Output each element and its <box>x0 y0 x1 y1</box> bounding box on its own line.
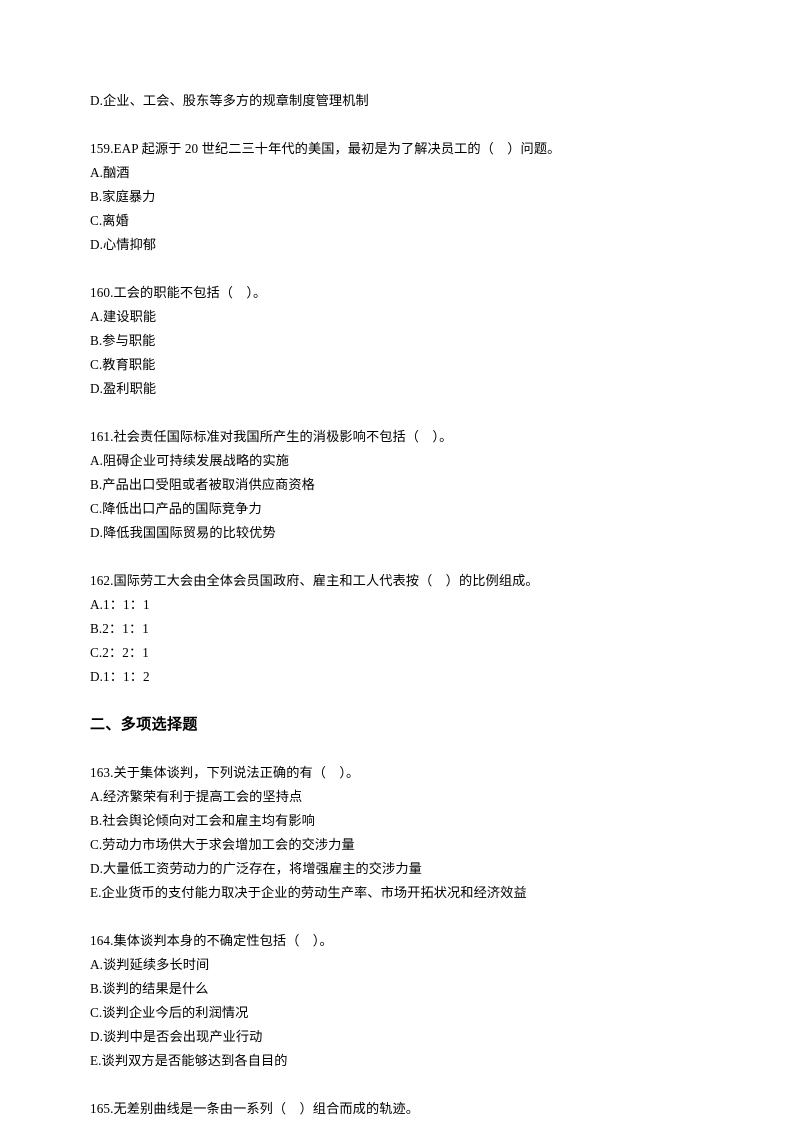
option-item: A.阻碍企业可持续发展战略的实施 <box>90 453 290 468</box>
option-item: C.谈判企业今后的利润情况 <box>90 1005 249 1020</box>
question-block-163: 163.关于集体谈判，下列说法正确的有（ ）。 A.经济繁荣有利于提高工会的坚持… <box>90 761 710 905</box>
option-item: B.参与职能 <box>90 333 156 348</box>
document-page: D.企业、工会、股东等多方的规章制度管理机制 159.EAP 起源于 20 世纪… <box>0 0 794 1123</box>
option-item: D.谈判中是否会出现产业行动 <box>90 1029 263 1044</box>
question-stem: 165.无差别曲线是一条由一系列（ ）组合而成的轨迹。 <box>90 1101 420 1116</box>
option-item: A.建设职能 <box>90 309 157 324</box>
question-block-164: 164.集体谈判本身的不确定性包括（ ）。 A.谈判延续多长时间 B.谈判的结果… <box>90 929 710 1073</box>
question-block-165: 165.无差别曲线是一条由一系列（ ）组合而成的轨迹。 A.工资率 <box>90 1097 710 1123</box>
question-stem: 161.社会责任国际标准对我国所产生的消极影响不包括（ ）。 <box>90 429 453 444</box>
option-item: A.谈判延续多长时间 <box>90 957 210 972</box>
question-block-orphan: D.企业、工会、股东等多方的规章制度管理机制 <box>90 89 710 113</box>
question-stem: 164.集体谈判本身的不确定性包括（ ）。 <box>90 933 333 948</box>
page-content: D.企业、工会、股东等多方的规章制度管理机制 159.EAP 起源于 20 世纪… <box>90 89 710 1123</box>
option-item: C.降低出口产品的国际竞争力 <box>90 501 262 516</box>
option-item: E.企业货币的支付能力取决于企业的劳动生产率、市场开拓状况和经济效益 <box>90 885 527 900</box>
question-stem: 159.EAP 起源于 20 世纪二三十年代的美国，最初是为了解决员工的（ ）问… <box>90 141 561 156</box>
option-item: A.经济繁荣有利于提高工会的坚持点 <box>90 789 303 804</box>
question-stem: 163.关于集体谈判，下列说法正确的有（ ）。 <box>90 765 360 780</box>
question-stem: 162.国际劳工大会由全体会员国政府、雇主和工人代表按（ ）的比例组成。 <box>90 573 539 588</box>
option-item: C.劳动力市场供大于求会增加工会的交涉力量 <box>90 837 355 852</box>
option-item: B.家庭暴力 <box>90 189 156 204</box>
option-item: D.企业、工会、股东等多方的规章制度管理机制 <box>90 93 369 108</box>
option-item: A.酗酒 <box>90 165 130 180</box>
option-item: B.产品出口受阻或者被取消供应商资格 <box>90 477 315 492</box>
option-item: E.谈判双方是否能够达到各自目的 <box>90 1053 288 1068</box>
option-item: A.1：1：1 <box>90 597 150 612</box>
option-item: C.教育职能 <box>90 357 156 372</box>
question-block-162: 162.国际劳工大会由全体会员国政府、雇主和工人代表按（ ）的比例组成。 A.1… <box>90 569 710 689</box>
option-item: D.降低我国国际贸易的比较优势 <box>90 525 276 540</box>
question-block-160: 160.工会的职能不包括（ ）。 A.建设职能 B.参与职能 C.教育职能 D.… <box>90 281 710 401</box>
option-item: B.谈判的结果是什么 <box>90 981 209 996</box>
option-item: D.大量低工资劳动力的广泛存在，将增强雇主的交涉力量 <box>90 861 422 876</box>
option-item: C.2：2：1 <box>90 645 149 660</box>
option-item: B.社会舆论倾向对工会和雇主均有影响 <box>90 813 315 828</box>
option-item: C.离婚 <box>90 213 129 228</box>
option-item: D.心情抑郁 <box>90 237 157 252</box>
question-block-159: 159.EAP 起源于 20 世纪二三十年代的美国，最初是为了解决员工的（ ）问… <box>90 137 710 257</box>
section-heading: 二、多项选择题 <box>90 717 198 733</box>
option-item: D.1：1：2 <box>90 669 150 684</box>
option-item: B.2：1：1 <box>90 621 149 636</box>
question-block-161: 161.社会责任国际标准对我国所产生的消极影响不包括（ ）。 A.阻碍企业可持续… <box>90 425 710 545</box>
option-item: D.盈利职能 <box>90 381 157 396</box>
question-stem: 160.工会的职能不包括（ ）。 <box>90 285 267 300</box>
